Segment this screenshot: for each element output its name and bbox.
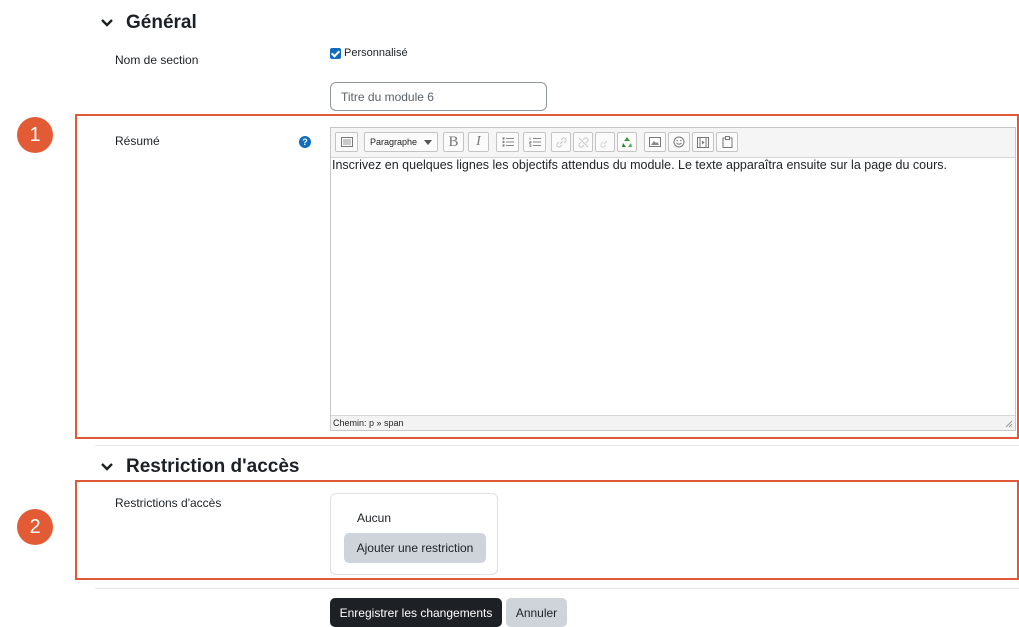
- resize-handle-icon[interactable]: [1005, 420, 1013, 428]
- cancel-button[interactable]: Annuler: [506, 598, 567, 627]
- checkbox-checked-icon[interactable]: [330, 47, 341, 59]
- recycle-icon[interactable]: [617, 132, 637, 152]
- chevron-down-icon: [101, 19, 113, 27]
- section-access-header[interactable]: Restriction d'accès: [100, 456, 299, 478]
- help-icon[interactable]: ?: [299, 136, 311, 148]
- unlink-icon[interactable]: [573, 132, 593, 152]
- editor-toolbar: Paragraphe B I: [331, 128, 1015, 158]
- anchor-link-icon[interactable]: [595, 132, 615, 152]
- save-changes-button[interactable]: Enregistrer les changements: [330, 598, 502, 627]
- divider: [95, 445, 1019, 446]
- checkbox-label: Personnalisé: [344, 47, 408, 59]
- toolbar-toggle-button[interactable]: [335, 132, 358, 152]
- section-name-input[interactable]: Titre du module 6: [330, 82, 547, 111]
- restrictions-box: Aucun Ajouter une restriction: [330, 493, 498, 575]
- link-icon[interactable]: [551, 132, 571, 152]
- bold-icon[interactable]: B: [443, 132, 464, 152]
- divider: [95, 588, 1019, 589]
- italic-icon[interactable]: I: [468, 132, 489, 152]
- paragraph-format-select[interactable]: Paragraphe: [364, 132, 438, 152]
- keyboard-icon: [340, 137, 353, 147]
- callout-badge-1: 1: [17, 117, 53, 153]
- image-icon[interactable]: [644, 132, 666, 152]
- section-general-header[interactable]: Général: [100, 12, 197, 34]
- paste-icon[interactable]: [716, 132, 738, 152]
- editor-path: Chemin: p » span: [333, 418, 404, 428]
- restrictions-none-text: Aucun: [357, 511, 392, 525]
- editor-statusbar: Chemin: p » span: [331, 415, 1015, 430]
- add-restriction-button[interactable]: Ajouter une restriction: [344, 533, 486, 563]
- dropdown-arrow-icon: [424, 139, 432, 145]
- callout-box-restrictions: [75, 480, 1019, 580]
- numbered-list-icon[interactable]: [523, 132, 546, 152]
- section-name-value: Titre du module 6: [341, 89, 434, 104]
- section-title: Général: [126, 12, 197, 33]
- format-select-value: Paragraphe: [370, 137, 418, 147]
- chevron-down-icon: [101, 463, 113, 471]
- editor-content[interactable]: Inscrivez en quelques lignes les objecti…: [332, 158, 947, 172]
- section-title: Restriction d'accès: [126, 456, 300, 477]
- callout-badge-2: 2: [17, 509, 53, 545]
- summary-label: Résumé: [115, 134, 160, 148]
- media-icon[interactable]: [692, 132, 714, 152]
- restrictions-label: Restrictions d'accès: [115, 496, 222, 510]
- summary-editor[interactable]: Paragraphe B I Inscrivez en quelques lig…: [330, 127, 1016, 431]
- custom-name-checkbox[interactable]: Personnalisé: [330, 47, 408, 59]
- bullet-list-icon[interactable]: [496, 132, 519, 152]
- emoticon-icon[interactable]: [668, 132, 690, 152]
- section-name-label: Nom de section: [115, 53, 199, 67]
